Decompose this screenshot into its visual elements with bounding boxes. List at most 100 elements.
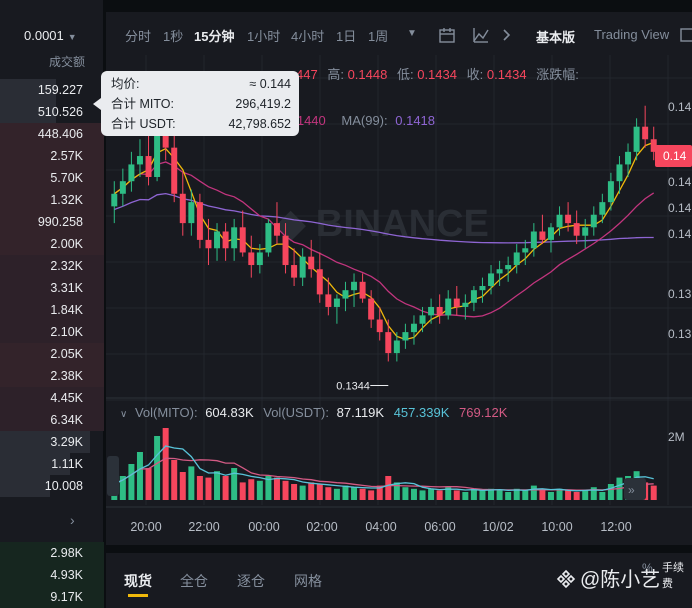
order-book-row[interactable]: 159.227 [38, 80, 83, 100]
order-book-row[interactable]: 1.32K [50, 190, 83, 210]
tooltip-mito-label: 合计 MITO: [111, 97, 174, 111]
volume-bar [145, 468, 152, 500]
tab-spot[interactable]: 现货 [124, 571, 152, 591]
order-book-row[interactable]: 3.31K [50, 278, 83, 298]
volume-bar [128, 464, 135, 500]
volume-bar [599, 492, 606, 500]
candle-body [642, 126, 649, 140]
high-label: 高: [327, 67, 344, 82]
candle-body [393, 340, 400, 354]
volume-bar [650, 485, 657, 500]
candle [599, 193, 606, 224]
order-book-row[interactable]: 10.008 [45, 476, 83, 496]
ma-readout: 0.1440 MA(99): 0.1418 [286, 113, 435, 128]
candle [308, 239, 315, 278]
volume-bar [573, 492, 580, 500]
ohlc-partial: 447 [296, 67, 318, 82]
candle-body [239, 227, 246, 253]
volume-bar [556, 488, 563, 500]
order-book-row[interactable]: 2.57K [50, 146, 83, 166]
vol-usdt-value: 87.119K [336, 405, 385, 420]
candle [479, 277, 486, 303]
precision-select[interactable]: 0.0001 ▼ [24, 28, 77, 43]
candle [333, 294, 340, 324]
volume-bar [496, 490, 503, 500]
candle [582, 218, 589, 249]
tab-isolated[interactable]: 逐仓 [237, 571, 265, 591]
candle-body [625, 151, 632, 165]
tab-cross[interactable]: 全仓 [180, 571, 208, 591]
collapse-icon[interactable]: ∨ [120, 409, 127, 420]
vol-usdt-label: Vol(USDT): [263, 405, 329, 420]
volume-bar [188, 466, 195, 500]
volume-bar [342, 485, 349, 500]
order-book-row[interactable]: 4.45K [50, 388, 83, 408]
candle [385, 319, 392, 362]
order-book-row[interactable]: 510.526 [38, 102, 83, 122]
candle-body [351, 281, 358, 291]
chevron-right-icon[interactable]: › [70, 512, 75, 528]
candle-body [522, 248, 529, 253]
chevron-down-icon: ▼ [67, 32, 77, 42]
candle [299, 248, 306, 286]
order-book-row[interactable]: 6.34K [50, 410, 83, 430]
candle-body [513, 252, 520, 266]
fee-fragment[interactable]: 手续费 [662, 559, 692, 591]
order-book-row[interactable]: 2.05K [50, 344, 83, 364]
volume-bar [162, 428, 169, 500]
order-book-row[interactable]: 1.84K [50, 300, 83, 320]
high-value: 0.1448 [347, 67, 388, 82]
candle-body [453, 298, 460, 307]
candle-body [359, 281, 366, 299]
candle [136, 139, 143, 177]
volume-bar [214, 471, 221, 500]
order-book-row[interactable]: 5.70K [50, 168, 83, 188]
candle [111, 181, 118, 224]
order-book-row[interactable]: 990.258 [38, 212, 83, 232]
volume-bar [299, 485, 306, 500]
volume-bar [333, 488, 340, 500]
volume-bar [453, 490, 460, 500]
vol-ma2-value: 769.12K [459, 405, 508, 420]
scroll-left-handle[interactable] [107, 456, 119, 496]
close-value: 0.1434 [486, 67, 527, 82]
candle [325, 277, 332, 316]
candle-body [470, 290, 477, 303]
order-book-row[interactable]: 448.406 [38, 124, 83, 144]
order-book-row[interactable]: 2.10K [50, 322, 83, 342]
candle-body [505, 265, 512, 270]
watermark: @陈小艺 [556, 563, 660, 592]
order-book-row[interactable]: 3.29K [50, 432, 83, 452]
order-book-row[interactable]: 2.00K [50, 234, 83, 254]
order-book-bid-row[interactable]: 4.93K [50, 565, 83, 585]
candle-body [231, 227, 238, 249]
candle [642, 105, 649, 148]
volume-bar [505, 492, 512, 500]
candle-body [582, 227, 589, 236]
order-book-row[interactable]: 1.11K [51, 454, 83, 474]
candle-body [599, 202, 606, 215]
candle [402, 323, 409, 349]
order-book-bid-row[interactable]: 2.98K [50, 543, 83, 563]
time-axis-label: 12:00 [600, 520, 631, 534]
volume-bar [539, 490, 546, 500]
candle-body [462, 302, 469, 307]
time-axis-label: 22:00 [188, 520, 219, 534]
volume-bar [385, 476, 392, 500]
candle [513, 244, 520, 274]
time-axis-label: 20:00 [130, 520, 161, 534]
order-book-row[interactable]: 2.38K [50, 366, 83, 386]
vol-mito-value: 604.83K [205, 405, 254, 420]
order-book-row[interactable]: 2.32K [50, 256, 83, 276]
volume-bar [351, 487, 358, 500]
candle [436, 294, 443, 324]
candle-body [488, 273, 495, 286]
volume-bar [368, 490, 375, 500]
volume-bar [607, 484, 614, 500]
order-book-bid-row[interactable]: 9.17K [50, 587, 83, 607]
candle-body [402, 332, 409, 341]
tab-grid[interactable]: 网格 [294, 571, 322, 591]
volume-bar [205, 477, 212, 500]
vol-ma1-value: 457.339K [393, 405, 450, 420]
candle [248, 235, 255, 278]
